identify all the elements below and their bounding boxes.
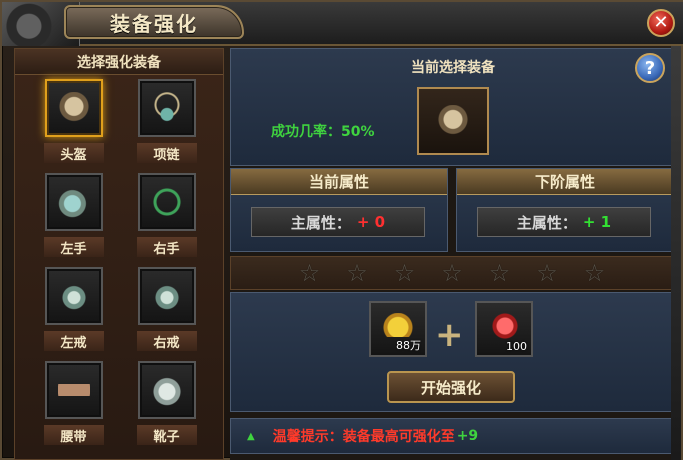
slot-frame[interactable] — [137, 173, 196, 231]
gold-count: 88万 — [396, 339, 421, 352]
star-icon: ☆ — [536, 259, 558, 287]
right-border-ornament — [671, 46, 681, 460]
close-button[interactable]: ✕ — [647, 9, 675, 37]
equip-label: 右手 — [136, 237, 197, 257]
equip-slot-necklace[interactable]: 项链 — [120, 79, 213, 167]
star-icon: ☆ — [393, 259, 416, 287]
equip-slot-right-ring[interactable]: 右戒 — [120, 267, 213, 355]
tip-text: 温馨提示：装备最高可强化至 — [272, 429, 455, 445]
title-bar: 装备强化 ✕ — [2, 2, 683, 46]
enhance-panel: 当前选择装备 成功几率：50% ? 当前属性 主属性： + 0 下阶属性 主属性… — [230, 48, 674, 460]
current-attribute-header: 当前属性 — [231, 169, 447, 195]
equip-label: 右戒 — [136, 331, 197, 351]
equip-slot-left-hand[interactable]: 左手 — [27, 173, 120, 261]
equip-slot-boots[interactable]: 靴子 — [120, 361, 213, 449]
tip-max-level: +9 — [456, 428, 479, 444]
tip-bar: ▲ 温馨提示：装备最高可强化至 +9 — [230, 418, 674, 454]
slot-frame[interactable] — [44, 79, 103, 137]
attribute-bonus: + 0 — [356, 213, 386, 231]
helmet-icon — [57, 92, 90, 124]
equipment-select-header: 选择强化装备 — [15, 49, 223, 75]
slot-frame[interactable] — [137, 79, 196, 137]
slot-frame[interactable] — [44, 361, 103, 419]
right-bracelet-icon — [150, 186, 183, 218]
attribute-bonus: + 1 — [582, 213, 612, 231]
window-title-tab: 装备强化 — [64, 5, 244, 39]
equip-slot-left-ring[interactable]: 左戒 — [27, 267, 120, 355]
equip-label: 项链 — [136, 143, 197, 163]
boots-icon — [150, 374, 183, 406]
attribute-name: 主属性： — [516, 213, 577, 232]
arrow-up-icon: ▲ — [247, 430, 255, 442]
equip-label: 头盔 — [43, 143, 104, 163]
next-attribute-box: 下阶属性 主属性： + 1 — [456, 168, 674, 252]
gold-material-slot[interactable]: 88万 — [369, 301, 427, 357]
belt-icon — [57, 374, 90, 406]
current-attribute-value: 主属性： + 0 — [251, 207, 425, 237]
next-attribute-header: 下阶属性 — [457, 169, 673, 195]
equip-label: 靴子 — [136, 425, 197, 445]
window-title: 装备强化 — [110, 11, 198, 36]
slot-frame[interactable] — [44, 173, 103, 231]
slot-frame[interactable] — [137, 267, 196, 325]
current-equipment-label: 当前选择装备 — [411, 60, 495, 76]
equip-label: 腰带 — [43, 425, 104, 445]
equip-label: 左手 — [43, 237, 104, 257]
current-equipment-box: 当前选择装备 成功几率：50% ? — [230, 48, 674, 166]
start-enhance-button[interactable]: 开始强化 — [387, 371, 515, 403]
star-icon: ☆ — [298, 259, 321, 287]
slot-frame[interactable] — [137, 361, 196, 419]
gold-ingot-icon — [381, 313, 415, 337]
help-icon: ? — [644, 57, 656, 79]
star-icon: ☆ — [583, 259, 606, 287]
star-icon: ☆ — [346, 259, 368, 287]
necklace-icon — [150, 92, 183, 124]
close-icon: ✕ — [653, 12, 669, 33]
material-area: 88万 + 100 开始强化 — [230, 292, 674, 412]
slot-frame[interactable] — [44, 267, 103, 325]
left-bracer-icon — [57, 186, 90, 218]
equip-slot-belt[interactable]: 腰带 — [27, 361, 120, 449]
current-equipment-slot[interactable] — [417, 87, 489, 155]
plus-icon: + — [435, 315, 464, 355]
enhance-stars: ☆ ☆ ☆ ☆ ☆ ☆ ☆ — [230, 256, 674, 290]
equip-label: 左戒 — [43, 331, 104, 351]
current-attribute-box: 当前属性 主属性： + 0 — [230, 168, 448, 252]
left-ring-icon — [57, 280, 90, 312]
enhance-window: 装备强化 ✕ 选择强化装备 头盔 项链 左手 右手 左戒 右戒 腰带 靴子 当前… — [0, 0, 683, 460]
help-button[interactable]: ? — [635, 53, 665, 83]
stone-material-slot[interactable]: 100 — [475, 301, 533, 357]
star-icon: ☆ — [441, 259, 463, 287]
equipment-select-panel: 选择强化装备 头盔 项链 左手 右手 左戒 右戒 腰带 靴子 — [14, 48, 224, 460]
attribute-name: 主属性： — [290, 213, 351, 232]
next-attribute-value: 主属性： + 1 — [477, 207, 651, 237]
equip-slot-right-hand[interactable]: 右手 — [120, 173, 213, 261]
red-stone-icon — [487, 308, 523, 344]
success-rate: 成功几率：50% — [271, 124, 375, 140]
star-icon: ☆ — [488, 259, 511, 287]
helmet-icon — [437, 105, 469, 137]
equipment-grid: 头盔 项链 左手 右手 左戒 右戒 腰带 靴子 — [15, 79, 225, 449]
stone-count: 100 — [506, 340, 527, 353]
equip-slot-helmet[interactable]: 头盔 — [27, 79, 120, 167]
right-ring-icon — [150, 280, 183, 312]
